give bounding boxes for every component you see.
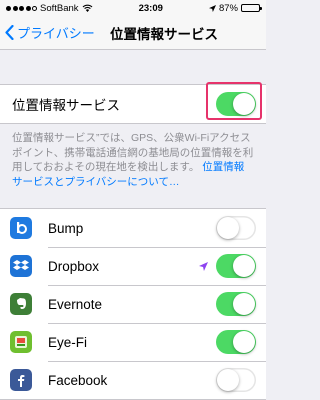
evernote-icon	[10, 293, 32, 315]
location-services-footnote: 位置情報サービス”では、GPS、公衆Wi-Fiアクセスポイント、携帯電話通信網の…	[0, 124, 266, 208]
dropbox-icon	[10, 255, 32, 277]
toggle-knob	[233, 331, 255, 353]
highlight-box	[206, 82, 262, 120]
app-location-toggle[interactable]	[216, 254, 256, 278]
location-arrow-icon	[199, 261, 208, 271]
status-bar-right: 87%	[208, 2, 262, 14]
app-name: Bump	[48, 220, 84, 236]
status-bar-left: SoftBank	[6, 3, 93, 14]
toggle-knob	[217, 217, 239, 239]
app-row: Dropbox	[0, 247, 266, 285]
bump-icon	[10, 217, 32, 239]
battery-percent: 87%	[218, 2, 238, 14]
app-row: Bump	[0, 209, 266, 247]
location-arrow-icon	[208, 4, 216, 12]
back-button-label: プライバシー	[17, 26, 95, 41]
signal-strength-icon	[6, 5, 37, 11]
app-row: Facebook	[0, 361, 266, 399]
status-bar: SoftBank 23:09 87%	[0, 0, 266, 16]
clock: 23:09	[138, 2, 163, 14]
battery-icon	[240, 4, 262, 12]
toggle-knob	[233, 293, 255, 315]
toggle-knob	[217, 369, 239, 391]
app-list: Bump Dropbox Evernote Eye-Fi Facebook	[0, 208, 266, 400]
chevron-left-icon	[5, 25, 14, 40]
back-button[interactable]: プライバシー	[0, 23, 95, 42]
app-name: Facebook	[48, 372, 108, 388]
facebook-icon	[10, 369, 32, 391]
app-name: Dropbox	[48, 258, 100, 274]
app-location-toggle[interactable]	[216, 292, 256, 316]
app-name: Evernote	[48, 296, 103, 312]
app-row: Eye-Fi	[0, 323, 266, 361]
toggle-knob	[233, 255, 255, 277]
app-location-toggle[interactable]	[216, 368, 256, 392]
navigation-bar: プライバシー 位置情報サービス	[0, 16, 266, 50]
app-location-toggle[interactable]	[216, 330, 256, 354]
app-row: Evernote	[0, 285, 266, 323]
eye-fi-icon	[10, 331, 32, 353]
wifi-icon	[82, 4, 92, 12]
carrier-name: SoftBank	[40, 2, 79, 14]
location-services-label: 位置情報サービス	[12, 98, 120, 113]
app-name: Eye-Fi	[48, 334, 88, 350]
app-location-toggle[interactable]	[216, 216, 256, 240]
